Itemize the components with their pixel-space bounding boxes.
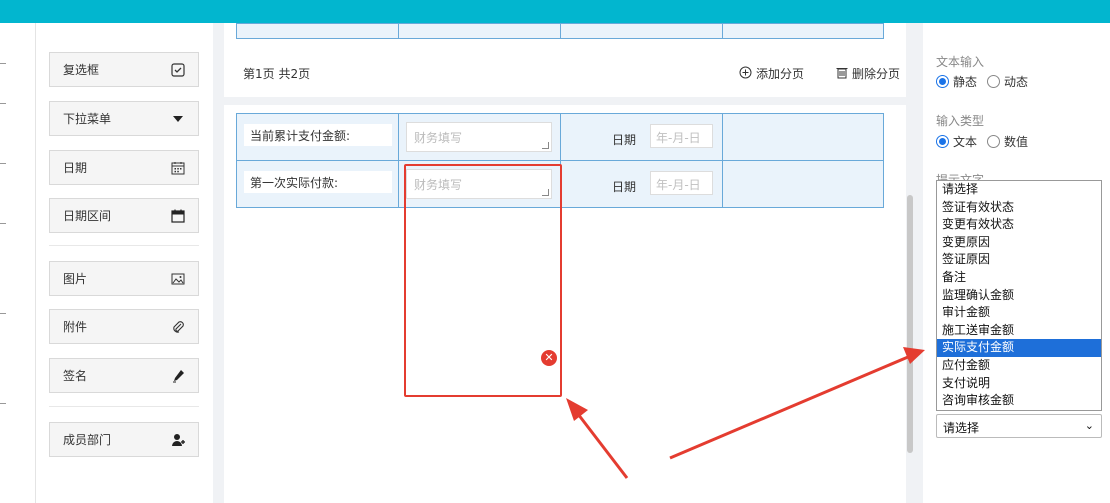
error-close-icon[interactable]: ✕ [541,350,557,366]
resize-grip-icon[interactable] [542,142,549,149]
amount-textarea[interactable]: 财务填写 [406,122,552,152]
dropdown-option[interactable]: 签证有效状态 [937,199,1101,217]
ruler-tick [0,63,6,64]
palette-item-attachment[interactable]: 附件 [49,309,199,344]
palette-item-label: 下拉菜单 [63,112,112,126]
checkbox-icon [171,62,185,77]
palette-item-label: 复选框 [63,63,100,77]
text-input-radio-group: 静态 动态 [936,73,1028,90]
input-type-radio-group: 文本 数值 [936,133,1028,150]
label-cell: 当前累计支付金额: [236,113,399,161]
radio-static[interactable] [936,75,949,88]
dropdown-option[interactable]: 应付金额 [937,357,1101,375]
table-cell [398,23,561,39]
date-label: 日期 [612,133,637,147]
pen-icon [171,369,185,383]
label-cell: 第一次实际付款: [236,160,399,208]
row-label: 当前累计支付金额: [244,124,392,146]
palette-item-dropdown[interactable]: 下拉菜单 [49,101,199,136]
radio-number[interactable] [987,135,1001,148]
text-input-label: 文本输入 [936,55,985,69]
plus-circle-icon [739,66,752,82]
ruler-tick [0,403,6,404]
highlight-box [404,164,562,397]
delete-page-button[interactable]: 删除分页 [836,65,900,82]
image-icon [171,272,185,286]
ruler-tick [0,163,6,164]
palette-divider [49,245,199,246]
palette-item-member-dept[interactable]: 成员部门 [49,422,199,457]
form-canvas: 第1页 共2页 添加分页 删除分页 当前累计支付金额: 财务填写 日期 年-月-… [224,23,906,503]
radio-number-label: 数值 [1004,135,1029,149]
radio-dynamic-label: 动态 [1004,75,1029,89]
vertical-scrollbar[interactable] [907,195,913,453]
palette-item-signature[interactable]: 签名 [49,358,199,393]
palette-item-date-range[interactable]: 日期区间 [49,198,199,233]
delete-page-label: 删除分页 [852,67,901,81]
palette-divider [49,406,199,407]
input-cell: 财务填写 [398,113,561,161]
date-input[interactable]: 年-月-日 [650,171,713,195]
table-cell [722,23,884,39]
input-type-label: 输入类型 [936,114,985,128]
dropdown-option[interactable]: 变更原因 [937,234,1101,252]
row-label: 第一次实际付款: [244,171,392,193]
trash-icon [836,66,848,82]
dropdown-option[interactable]: 签证原因 [937,251,1101,269]
dropdown-option-selected[interactable]: 实际支付金额 [937,339,1101,357]
ruler-tick [0,103,6,104]
ruler-tick [0,223,6,224]
palette-item-image[interactable]: 图片 [49,261,199,296]
empty-cell [722,160,884,208]
palette-item-label: 日期区间 [63,209,112,223]
add-page-label: 添加分页 [756,67,805,81]
textarea-placeholder: 财务填写 [414,131,463,145]
dropdown-option[interactable]: 变更有效状态 [937,216,1101,234]
table-row: 当前累计支付金额: 财务填写 日期 年-月-日 [236,113,884,161]
radio-text-label: 文本 [953,135,978,149]
page-separator [224,97,906,105]
radio-static-label: 静态 [953,75,978,89]
empty-cell [722,113,884,161]
field-select-dropdown-list: 请选择 签证有效状态 变更有效状态 变更原因 签证原因 备注 监理确认金额 审计… [936,180,1102,411]
component-palette: 复选框 下拉菜单 日期 日期区间 图片 附件 签名 成员部门 [36,23,213,503]
table-cell [560,23,723,39]
caret-down-icon [171,112,185,126]
dropdown-option[interactable]: 咨询审核金额 [937,392,1101,410]
top-header-bar [0,0,1110,23]
radio-text[interactable] [936,135,949,148]
palette-item-label: 图片 [63,272,88,286]
palette-item-label: 日期 [63,161,88,175]
calendar-icon [171,161,185,175]
dropdown-option[interactable]: 支付说明 [937,375,1101,393]
date-cell: 日期 年-月-日 [560,113,723,161]
calendar-range-icon [171,209,185,223]
palette-item-date[interactable]: 日期 [49,150,199,185]
palette-item-label: 附件 [63,320,88,334]
add-page-button[interactable]: 添加分页 [739,65,804,82]
add-user-icon [171,433,185,447]
page-indicator: 第1页 共2页 [243,67,311,81]
palette-item-label: 签名 [63,369,88,383]
radio-dynamic[interactable] [987,75,1001,88]
date-input[interactable]: 年-月-日 [650,124,713,148]
date-label: 日期 [612,180,637,194]
left-edge-ruler [0,23,36,503]
date-cell: 日期 年-月-日 [560,160,723,208]
dropdown-option[interactable]: 审计金额 [937,304,1101,322]
palette-item-label: 成员部门 [63,433,112,447]
palette-item-checkbox[interactable]: 复选框 [49,52,199,87]
dropdown-option[interactable]: 备注 [937,269,1101,287]
dropdown-option[interactable]: 请选择 [937,181,1101,199]
select-value: 请选择 [943,421,980,435]
table-cell [236,23,399,39]
paperclip-icon [171,320,185,334]
field-select[interactable]: 请选择 ⌄ [936,414,1102,438]
dropdown-option[interactable]: 监理确认金额 [937,287,1101,305]
chevron-down-icon: ⌄ [1084,419,1094,432]
ruler-tick [0,313,6,314]
dropdown-option[interactable]: 施工送审金额 [937,322,1101,340]
